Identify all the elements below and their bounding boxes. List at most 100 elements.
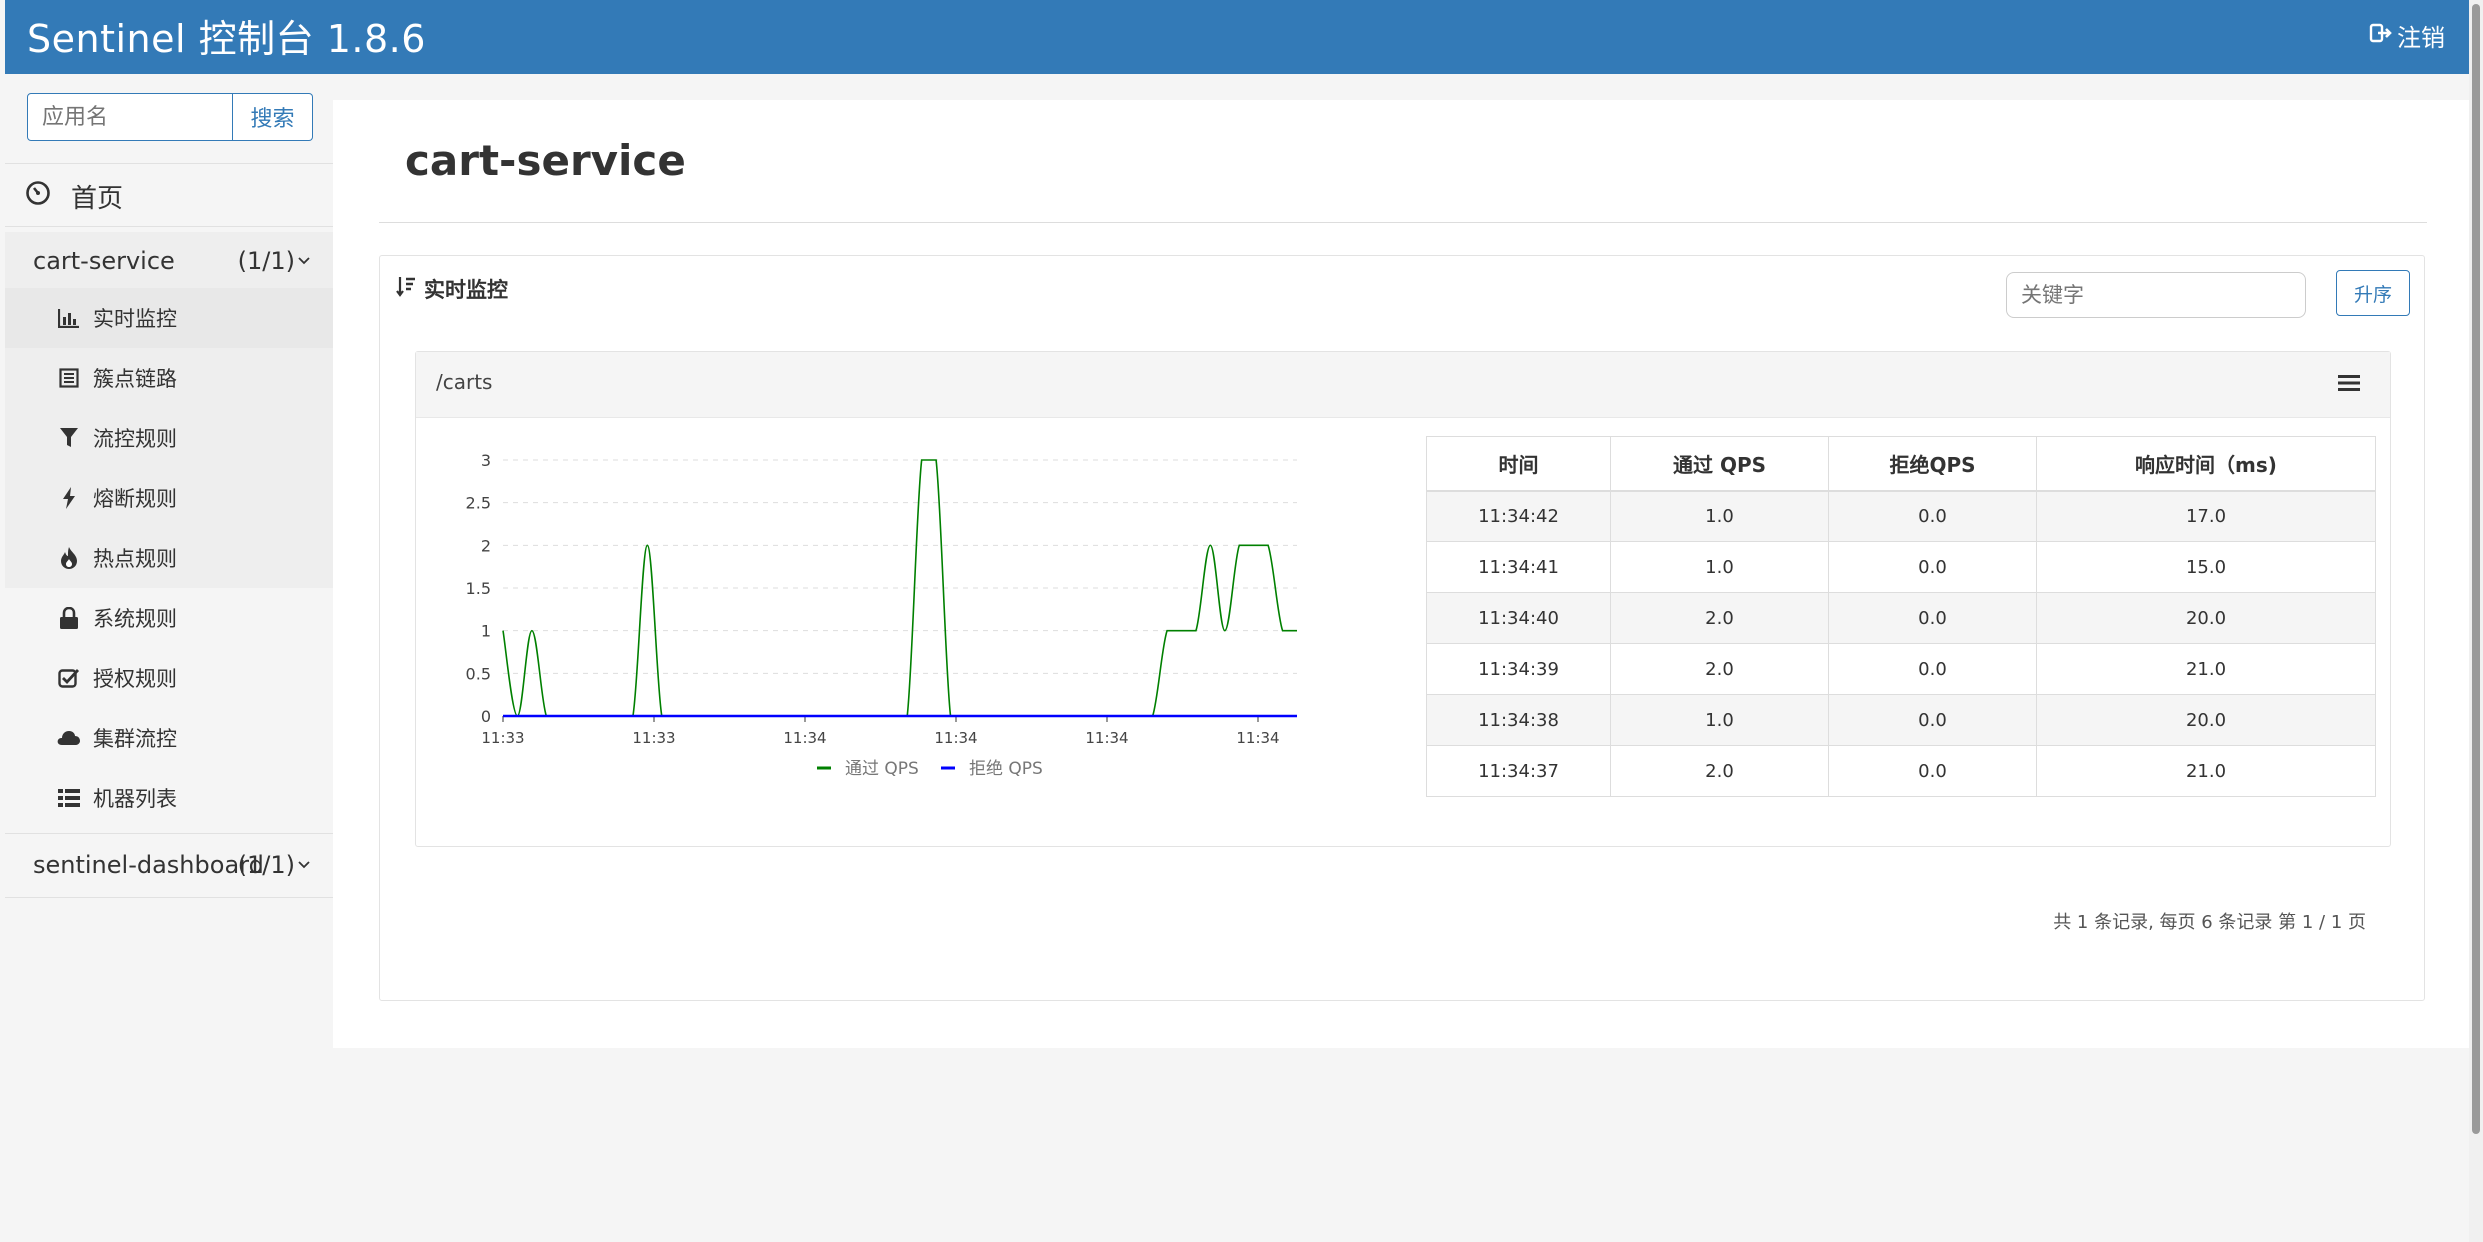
- list-alt-icon: [57, 366, 81, 390]
- legend-label: 通过 QPS: [845, 759, 919, 779]
- dashboard-icon: [25, 180, 51, 213]
- cell-rt: 17.0: [2036, 490, 2376, 542]
- menu-label: 热点规则: [93, 547, 177, 571]
- col-time: 时间: [1426, 436, 1611, 492]
- cell-pass-qps: 1.0: [1610, 694, 1829, 746]
- app-count: (1/1): [238, 247, 311, 275]
- sidebar-divider: [5, 163, 333, 164]
- sidebar-item-cluster-link[interactable]: 簇点链路: [5, 348, 333, 408]
- y-tick-label: 2.5: [466, 494, 491, 513]
- lock-icon: [57, 606, 81, 630]
- cell-time: 11:34:42: [1426, 490, 1611, 542]
- cell-block-qps: 0.0: [1828, 490, 2037, 542]
- sidebar-item-hotspot-rules[interactable]: 热点规则: [5, 528, 333, 588]
- sidebar-app-sentinel-dashboard[interactable]: sentinel-dashboard (1/1): [5, 836, 333, 894]
- app-menu: 实时监控 簇点链路 流控规则 熔断规则 热点规则 系统规则 授权规则 集群流控 …: [5, 288, 333, 811]
- sidebar-item-home[interactable]: 首页: [25, 178, 123, 215]
- sidebar-divider: [5, 226, 333, 227]
- sidebar-item-cluster-flow[interactable]: 集群流控: [5, 708, 333, 768]
- qps-chart: 0 0.5 1 1.5 2 2.5 3 11:33 11:33 11:34 11:34 11:34 11…: [446, 432, 1306, 812]
- sidebar-item-auth-rules[interactable]: 授权规则: [5, 648, 333, 708]
- sidebar-item-system-rules[interactable]: 系统规则: [5, 588, 333, 648]
- menu-label: 流控规则: [93, 427, 177, 451]
- table-row: 11:34:38 1.0 0.0 20.0: [1426, 694, 2376, 746]
- cell-pass-qps: 1.0: [1610, 541, 1829, 593]
- cell-rt: 21.0: [2036, 643, 2376, 695]
- logout-label: 注销: [2397, 24, 2445, 52]
- chevron-down-icon: [298, 861, 310, 869]
- table-row: 11:34:40 2.0 0.0 20.0: [1426, 592, 2376, 644]
- sidebar-item-home-label: 首页: [71, 184, 124, 214]
- table-row: 11:34:41 1.0 0.0 15.0: [1426, 541, 2376, 593]
- app-search-button[interactable]: 搜索: [233, 93, 313, 141]
- sort-asc-button[interactable]: 升序: [2336, 270, 2410, 316]
- sidebar-divider: [5, 897, 333, 898]
- sidebar: 搜索 首页 cart-service (1/1) 实时监控: [5, 74, 333, 1242]
- bar-chart-icon: [57, 306, 81, 330]
- page-scrollbar[interactable]: [2469, 0, 2483, 1242]
- cell-time: 11:34:37: [1426, 745, 1611, 797]
- fire-icon: [57, 546, 81, 570]
- menu-label: 簇点链路: [93, 367, 177, 391]
- sidebar-item-machine-list[interactable]: 机器列表: [5, 768, 333, 828]
- menu-label: 机器列表: [93, 787, 177, 811]
- cell-rt: 20.0: [2036, 694, 2376, 746]
- app-search: 搜索: [27, 93, 313, 141]
- cell-rt: 20.0: [2036, 592, 2376, 644]
- monitor-panel: 实时监控 升序 /carts 0 0.5 1 1.5 2 2.5 3 11:33 11:33 11…: [379, 255, 2425, 1001]
- app-name: cart-service: [33, 247, 175, 275]
- cell-time: 11:34:38: [1426, 694, 1611, 746]
- sidebar-item-degrade-rules[interactable]: 熔断规则: [5, 468, 333, 528]
- x-tick-label: 11:34: [1236, 729, 1279, 747]
- flash-icon: [57, 486, 81, 510]
- resource-card-header: /carts: [416, 352, 2390, 418]
- cell-rt: 21.0: [2036, 745, 2376, 797]
- scrollbar-thumb[interactable]: [2472, 4, 2480, 1134]
- check-icon: [57, 666, 81, 690]
- table-row: 11:34:37 2.0 0.0 21.0: [1426, 745, 2376, 797]
- logout-button[interactable]: 注销: [2369, 18, 2445, 53]
- th-list-icon: [57, 786, 81, 810]
- chevron-down-icon: [298, 257, 310, 265]
- app-search-input[interactable]: [27, 93, 233, 141]
- menu-hamburger-icon[interactable]: [2338, 374, 2360, 396]
- menu-label: 授权规则: [93, 667, 177, 691]
- keyword-search-input[interactable]: [2006, 272, 2306, 318]
- sidebar-app-cart-service[interactable]: cart-service (1/1): [5, 232, 333, 290]
- sidebar-item-realtime-monitor[interactable]: 实时监控: [5, 288, 333, 348]
- panel-heading: 实时监控: [396, 274, 508, 304]
- y-tick-label: 0: [481, 707, 491, 726]
- sidebar-divider: [5, 833, 333, 834]
- cell-rt: 15.0: [2036, 541, 2376, 593]
- x-tick-label: 11:33: [481, 729, 524, 747]
- cell-time: 11:34:39: [1426, 643, 1611, 695]
- top-navbar: Sentinel 控制台 1.8.6 注销: [5, 0, 2469, 74]
- cloud-icon: [57, 726, 81, 750]
- cell-time: 11:34:41: [1426, 541, 1611, 593]
- cell-pass-qps: 2.0: [1610, 592, 1829, 644]
- x-tick-label: 11:34: [934, 729, 977, 747]
- resource-card: /carts 0 0.5 1 1.5 2 2.5 3 11:33 11:33 11:34 11:34…: [415, 351, 2391, 847]
- title-divider: [379, 222, 2427, 223]
- sign-out-icon: [2369, 22, 2397, 50]
- x-tick-label: 11:33: [632, 729, 675, 747]
- table-header-row: 时间 通过 QPS 拒绝QPS 响应时间（ms): [1426, 436, 2376, 492]
- menu-label: 熔断规则: [93, 487, 177, 511]
- y-tick-label: 2: [481, 536, 491, 555]
- sort-amount-icon: [396, 276, 416, 303]
- metrics-table: 时间 通过 QPS 拒绝QPS 响应时间（ms) 11:34:42 1.0 0.…: [1426, 436, 2376, 797]
- app-name: sentinel-dashboard: [33, 851, 264, 879]
- sidebar-item-flow-rules[interactable]: 流控规则: [5, 408, 333, 468]
- x-tick-label: 11:34: [1085, 729, 1128, 747]
- menu-label: 实时监控: [93, 307, 177, 331]
- table-row: 11:34:42 1.0 0.0 17.0: [1426, 490, 2376, 542]
- cell-block-qps: 0.0: [1828, 694, 2037, 746]
- filter-icon: [57, 426, 81, 450]
- col-block-qps: 拒绝QPS: [1828, 436, 2037, 492]
- main-content: cart-service 实时监控 升序 /carts 0 0.5 1 1.5 2 2.5…: [333, 100, 2469, 1048]
- pagination-summary: 共 1 条记录, 每页 6 条记录 第 1 / 1 页: [2053, 912, 2366, 933]
- y-tick-label: 1: [481, 622, 491, 641]
- cell-block-qps: 0.0: [1828, 592, 2037, 644]
- app-count-label: (1/1): [237, 851, 295, 879]
- qps-chart-svg: 0 0.5 1 1.5 2 2.5 3 11:33 11:33 11:34 11:34 11:34 11…: [466, 451, 1297, 779]
